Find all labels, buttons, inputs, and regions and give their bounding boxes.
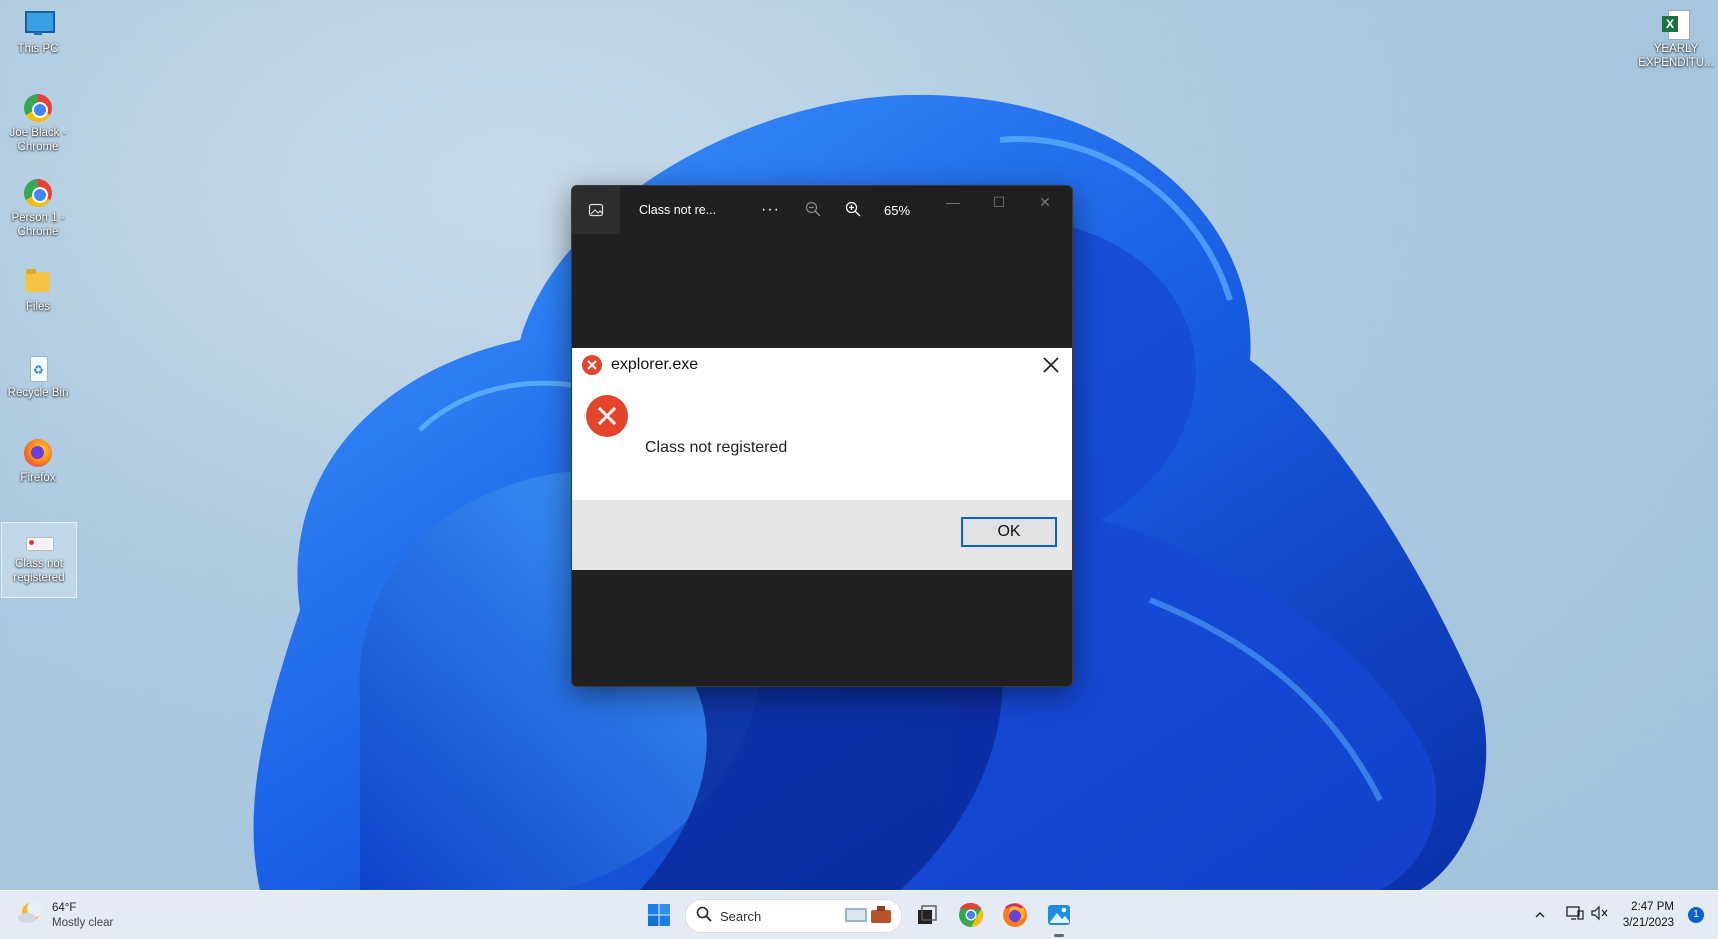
- notification-badge[interactable]: 1: [1688, 907, 1704, 923]
- weather-moon-icon: [16, 899, 44, 932]
- desktop-icon-yearly-expenditure[interactable]: X YEARLY EXPENDITU...: [1636, 8, 1716, 70]
- chrome-icon[interactable]: [955, 899, 987, 931]
- dialog-title: explorer.exe: [611, 356, 699, 373]
- photo-app-icon[interactable]: [572, 186, 620, 234]
- desktop-icon-person-1-chrome[interactable]: Person 1 - Chrome: [1, 177, 75, 239]
- close-icon[interactable]: ✕: [1030, 194, 1060, 214]
- firefox-icon: [22, 437, 54, 469]
- active-app-indicator: [1054, 934, 1064, 937]
- dialog-close-icon: [1040, 354, 1062, 376]
- ok-button: OK: [961, 517, 1057, 547]
- photos-viewer-window[interactable]: Class not re... ··· 65% — ☐ ✕ explorer.e…: [571, 185, 1073, 687]
- desktop-icon-label: Firefox: [20, 472, 56, 484]
- firefox-icon[interactable]: [999, 899, 1031, 931]
- clock-time: 2:47 PM: [1631, 901, 1674, 913]
- desktop-icon-firefox[interactable]: Firefox: [1, 437, 75, 485]
- taskbar-clock[interactable]: 2:47 PM 3/21/2023: [1623, 899, 1674, 931]
- more-icon[interactable]: ···: [761, 201, 780, 219]
- system-tray: [1528, 899, 1608, 931]
- clock-date: 3/21/2023: [1622, 917, 1674, 929]
- network-icon[interactable]: [1566, 905, 1584, 926]
- chrome-icon: [22, 177, 54, 209]
- weather-condition: Mostly clear: [52, 916, 114, 929]
- desktop-icon-label: Class not registered: [13, 558, 65, 584]
- desktop-icon-label: YEARLY EXPENDITU...: [1638, 43, 1714, 69]
- task-view-icon[interactable]: [911, 899, 943, 931]
- search-label: Search: [720, 908, 762, 924]
- zoom-in-icon[interactable]: [844, 200, 864, 220]
- zoom-level: 65%: [883, 202, 911, 218]
- start-icon[interactable]: [643, 899, 675, 931]
- dialog-footer: OK: [572, 500, 1072, 570]
- dialog-titlebar: explorer.exe: [572, 348, 1072, 382]
- zoom-out-icon[interactable]: [804, 200, 824, 220]
- search-icon: [696, 906, 712, 927]
- chevron-up-icon[interactable]: [1528, 909, 1552, 921]
- maximize-icon[interactable]: ☐: [984, 194, 1014, 214]
- desktop-icon-this-pc[interactable]: This PC: [1, 8, 75, 56]
- weather-widget[interactable]: 64°F Mostly clear: [16, 899, 113, 932]
- photos-icon[interactable]: [1043, 899, 1075, 931]
- minimize-icon[interactable]: —: [938, 194, 968, 214]
- desktop-icon-label: Person 1 - Chrome: [11, 212, 65, 238]
- weather-temp: 64°F: [52, 901, 77, 914]
- desktop-icon-recycle-bin[interactable]: ♻ Recycle Bin: [1, 352, 75, 400]
- desktop-icon-files[interactable]: Files: [1, 266, 75, 314]
- error-icon: [581, 354, 603, 376]
- dialog-body: Class not registered: [572, 382, 1072, 500]
- folder-icon: [22, 266, 54, 298]
- desktop-icon-class-not-registered[interactable]: Class not registered: [1, 522, 77, 598]
- desktop-icon-label: Joe Black - Chrome: [9, 127, 67, 153]
- desktop-icon-label: Files: [25, 301, 51, 313]
- excel-icon: X: [1660, 8, 1692, 40]
- desktop-icon-joe-black-chrome[interactable]: Joe Black - Chrome: [1, 92, 75, 154]
- desktop-icon-label: Recycle Bin: [7, 387, 69, 399]
- viewer-title: Class not re...: [639, 203, 717, 217]
- monitor-icon: [22, 8, 55, 40]
- viewer-toolbar: Class not re... ··· 65% — ☐ ✕: [572, 186, 1072, 234]
- desktop-icon-label: This PC: [17, 43, 59, 55]
- taskbar-search-box[interactable]: Search: [685, 899, 902, 933]
- image-file-icon: [23, 531, 55, 555]
- volume-muted-icon[interactable]: [1590, 905, 1608, 926]
- chrome-icon: [22, 92, 54, 124]
- dialog-message: Class not registered: [645, 439, 788, 456]
- large-error-icon: [585, 394, 629, 443]
- taskbar: 64°F Mostly clear Search 2:47 PM 3/21/20…: [0, 890, 1718, 939]
- displayed-image-error-dialog: explorer.exe Class not registered OK: [572, 348, 1072, 570]
- search-highlight-icon: [843, 902, 895, 931]
- recycle-bin-icon: ♻: [22, 352, 54, 384]
